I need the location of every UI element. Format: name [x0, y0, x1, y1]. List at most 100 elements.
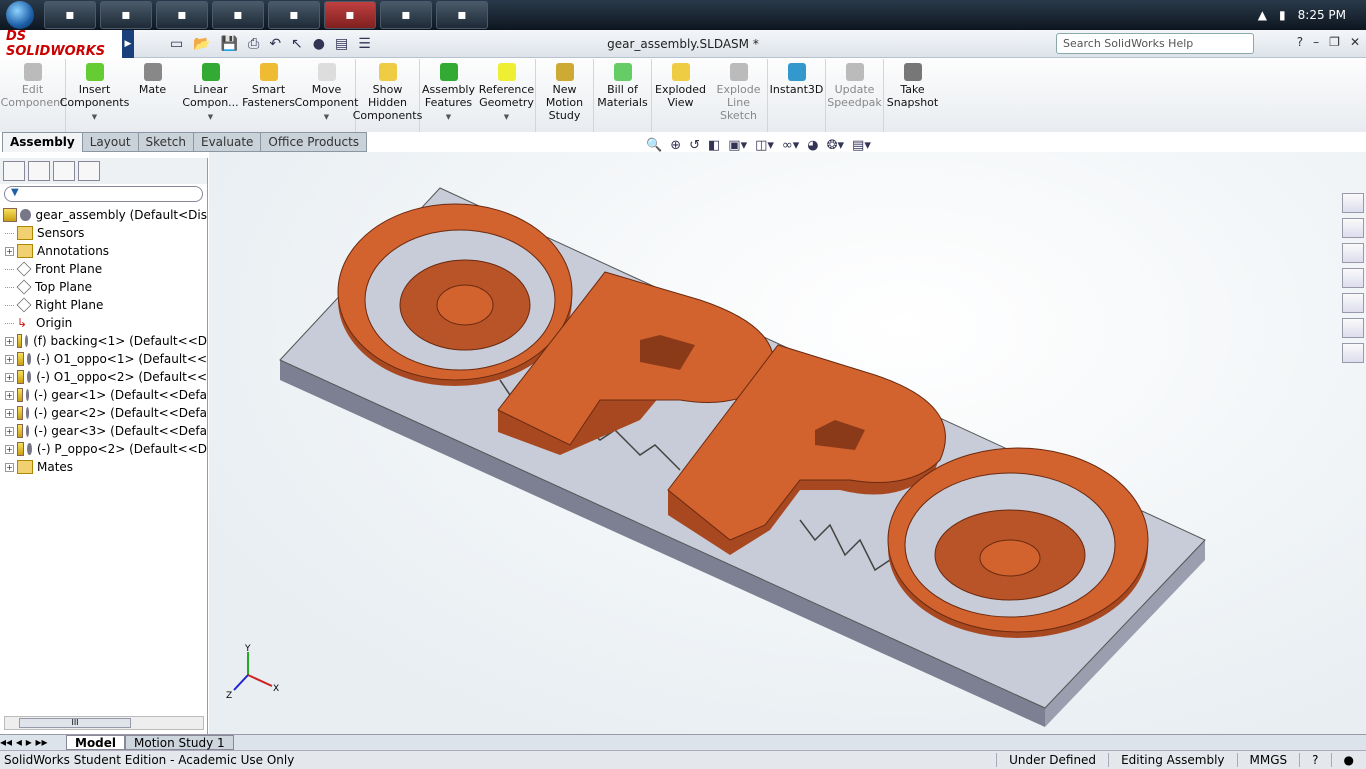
menu-expand-arrow[interactable]: ▶ [122, 29, 134, 58]
resources-icon[interactable] [1342, 193, 1364, 213]
graphics-area[interactable]: Y X Z [209, 152, 1366, 734]
taskbar-window-button[interactable]: ▪ [380, 1, 432, 29]
update-speedpak-button[interactable]: Update Speedpak [826, 59, 884, 132]
assembly-features-button[interactable]: Assembly Features ▼ [420, 59, 478, 132]
tree-item[interactable]: gear_assembly (Default<Dis [0, 206, 207, 224]
new-motion-study-button[interactable]: New Motion Study [536, 59, 594, 132]
hide-show-icon[interactable]: ∞▾ [782, 138, 799, 153]
scroll-thumb[interactable]: III [19, 718, 131, 728]
help-search-input[interactable]: Search SolidWorks Help [1056, 33, 1254, 54]
open-icon[interactable]: 📂 [193, 36, 210, 52]
appearances-icon[interactable] [1342, 318, 1364, 338]
expand-icon[interactable]: + [5, 354, 14, 364]
home-icon[interactable] [1342, 218, 1364, 238]
restore-button[interactable]: ❐ [1329, 35, 1340, 49]
taskbar-explorer-button[interactable]: ▪ [100, 1, 152, 29]
dropdown-arrow-icon[interactable]: ▼ [92, 111, 97, 124]
taskbar-firefox-button[interactable]: ▪ [44, 1, 96, 29]
dropdown-arrow-icon[interactable]: ▼ [446, 111, 451, 124]
tree-item[interactable]: + (-) gear<3> (Default<<Defa [0, 422, 207, 440]
taskbar-app2-button[interactable]: ▪ [436, 1, 488, 29]
dropdown-arrow-icon[interactable]: ▼ [324, 111, 329, 124]
tree-item[interactable]: Right Plane [0, 296, 207, 314]
taskbar-chat-button[interactable]: ▪ [268, 1, 320, 29]
tab-scroll-arrows[interactable]: ◂◂ ◂ ▸ ▸▸ [0, 735, 66, 750]
zoom-to-fit-icon[interactable]: 🔍 [646, 138, 662, 153]
start-button[interactable] [0, 0, 40, 30]
insert-components-button[interactable]: Insert Components ▼ [60, 59, 129, 132]
custom-properties-icon[interactable] [1342, 343, 1364, 363]
tree-item[interactable]: Sensors [0, 224, 207, 242]
zoom-area-icon[interactable]: ⊕ [670, 138, 681, 153]
tab-office-products[interactable]: Office Products [260, 132, 368, 152]
notification-icon[interactable]: ● [1330, 753, 1366, 767]
tree-item[interactable]: + (-) gear<2> (Default<<Defa [0, 404, 207, 422]
volume-icon[interactable]: ▲ [1258, 8, 1267, 22]
horizontal-scrollbar[interactable]: III [4, 716, 204, 730]
expand-icon[interactable]: + [5, 444, 14, 454]
reference-geometry-button[interactable]: Reference Geometry ▼ [478, 59, 536, 132]
expand-icon[interactable]: + [5, 462, 14, 472]
explode-line-sketch-button[interactable]: Explode Line Sketch [710, 59, 768, 132]
edit-component-button[interactable]: Edit Component [0, 59, 66, 132]
file-properties-icon[interactable]: ▤ [335, 36, 348, 52]
mate-button[interactable]: Mate [124, 59, 182, 132]
feature-tree-tab[interactable] [3, 161, 25, 181]
bill-of-materials-button[interactable]: Bill of Materials [594, 59, 652, 132]
taskbar-steam-button[interactable]: ▪ [156, 1, 208, 29]
expand-icon[interactable]: + [5, 336, 14, 346]
tab-evaluate[interactable]: Evaluate [192, 132, 262, 152]
design-library-icon[interactable] [1342, 243, 1364, 263]
section-view-icon[interactable]: ◧ [708, 138, 720, 153]
tree-item[interactable]: Front Plane [0, 260, 207, 278]
tree-item[interactable]: + (-) gear<1> (Default<<Defa [0, 386, 207, 404]
filter-icon[interactable]: ▼ [4, 186, 203, 202]
units-selector[interactable]: MMGS [1236, 753, 1300, 767]
expand-icon[interactable]: + [5, 408, 14, 418]
tab-model[interactable]: Model [66, 735, 126, 750]
help-icon[interactable]: ? [1297, 35, 1303, 49]
view-palette-icon[interactable] [1342, 293, 1364, 313]
tree-item[interactable]: + (-) O1_oppo<2> (Default<< [0, 368, 207, 386]
print-icon[interactable]: ⎙ [248, 36, 259, 52]
tree-item[interactable]: + (-) P_oppo<2> (Default<<D [0, 440, 207, 458]
tree-item[interactable]: ↳ Origin [0, 314, 207, 332]
config-tab[interactable] [53, 161, 75, 181]
linear-compon-button[interactable]: Linear Compon... ▼ [182, 59, 240, 132]
property-tab[interactable] [28, 161, 50, 181]
view-settings-icon[interactable]: ▤▾ [852, 138, 871, 153]
display-style-icon[interactable]: ◫▾ [755, 138, 774, 153]
expand-icon[interactable]: + [5, 246, 14, 256]
network-icon[interactable]: ▮ [1279, 8, 1286, 22]
exploded-view-button[interactable]: Exploded View [652, 59, 710, 132]
expand-icon[interactable]: + [5, 372, 14, 382]
tree-item[interactable]: + Mates [0, 458, 207, 476]
taskbar-app-button[interactable]: ▪ [212, 1, 264, 29]
instant3d-button[interactable]: Instant3D [768, 59, 826, 132]
scene-icon[interactable]: ❂▾ [827, 138, 844, 153]
taskbar-solidworks-button[interactable]: ▪ [324, 1, 376, 29]
previous-view-icon[interactable]: ↺ [689, 138, 700, 153]
tab-layout[interactable]: Layout [81, 132, 139, 152]
undo-icon[interactable]: ↶ [269, 36, 281, 52]
expand-icon[interactable]: + [5, 426, 14, 436]
save-icon[interactable]: 💾 [221, 36, 238, 52]
tree-item[interactable]: + (f) backing<1> (Default<<D [0, 332, 207, 350]
take-snapshot-button[interactable]: Take Snapshot [884, 59, 942, 132]
minimize-button[interactable]: – [1313, 35, 1319, 49]
dropdown-arrow-icon[interactable]: ▼ [504, 111, 509, 124]
dropdown-arrow-icon[interactable]: ▼ [208, 111, 213, 124]
help-status-icon[interactable]: ? [1299, 753, 1330, 767]
close-button[interactable]: ✕ [1350, 35, 1360, 49]
show-hidden-components-button[interactable]: Show Hidden Components [353, 59, 422, 132]
appearance-tab[interactable] [78, 161, 100, 181]
new-icon[interactable]: ▭ [170, 36, 183, 52]
file-explorer-icon[interactable] [1342, 268, 1364, 288]
clock[interactable]: 8:25 PM [1298, 8, 1346, 22]
tab-assembly[interactable]: Assembly [2, 132, 83, 152]
tab-motion-study[interactable]: Motion Study 1 [125, 735, 234, 750]
select-icon[interactable]: ↖ [291, 36, 303, 52]
move-component-button[interactable]: Move Component ▼ [295, 59, 358, 132]
rebuild-icon[interactable]: ● [313, 36, 325, 52]
tree-item[interactable]: + Annotations [0, 242, 207, 260]
